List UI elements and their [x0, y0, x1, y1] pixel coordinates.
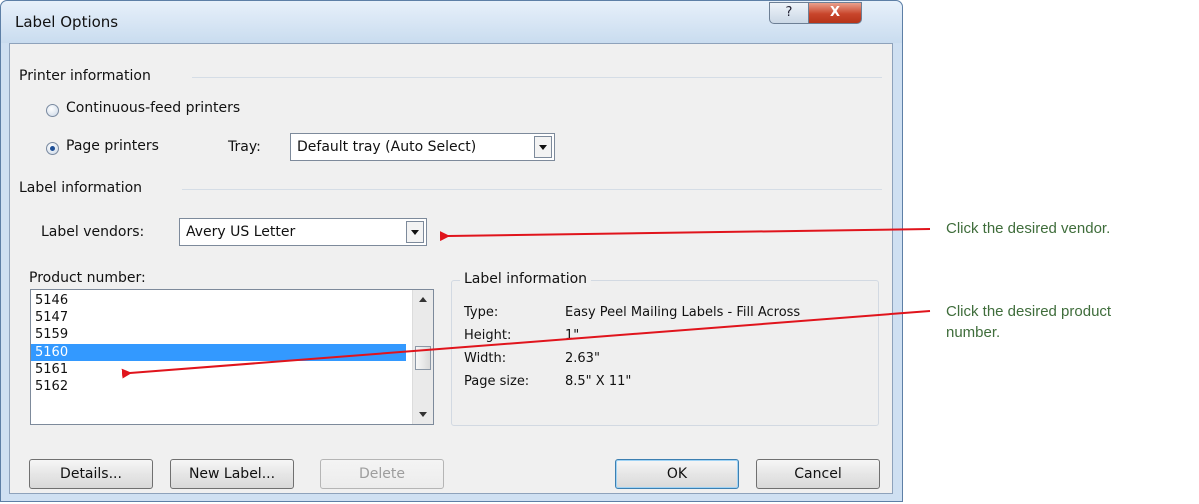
product-annotation: Click the desired product number.: [946, 301, 1111, 343]
vendor-annotation: Click the desired vendor.: [946, 218, 1110, 239]
product-annotation-line1: Click the desired product: [946, 303, 1112, 320]
product-annotation-line2: number.: [946, 324, 1001, 341]
product-arrow: [121, 310, 931, 379]
vendor-annotation-text: Click the desired vendor.: [946, 220, 1111, 237]
annotation-arrows: [121, 228, 931, 379]
vendor-arrow: [439, 228, 931, 242]
